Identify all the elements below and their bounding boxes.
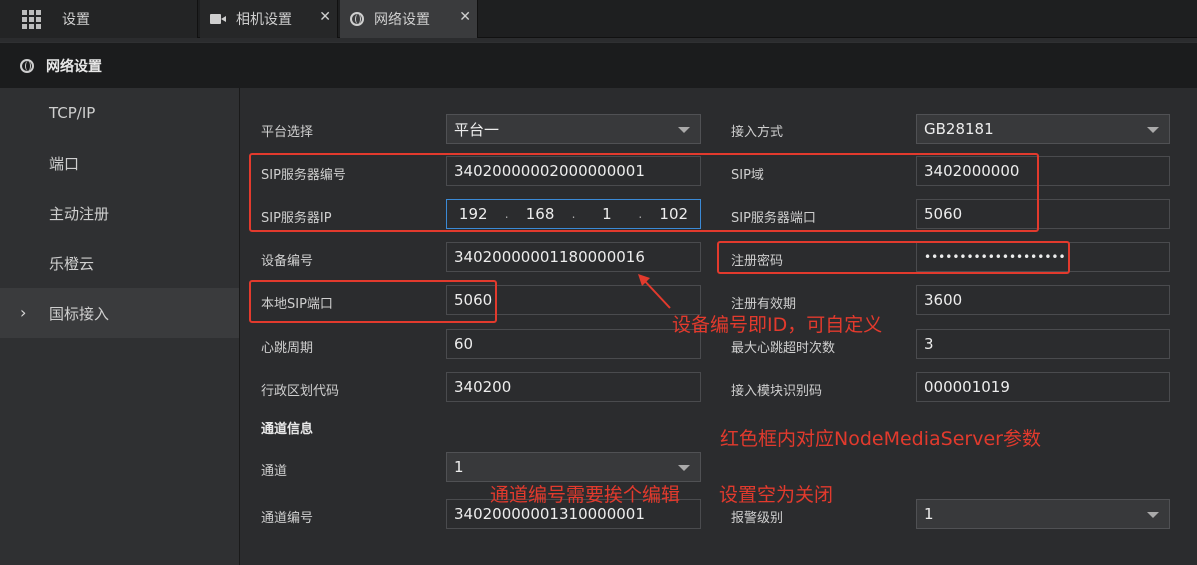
channel-label: 通道 <box>261 464 288 479</box>
sidebar-item-port[interactable]: 端口 <box>0 138 239 188</box>
camera-icon <box>210 14 226 24</box>
sidebar-item-label: 主动注册 <box>49 204 110 223</box>
close-icon[interactable]: ✕ <box>319 9 331 25</box>
device-id-note: 设备编号即ID，可自定义 <box>672 314 883 336</box>
page-header: 网络设置 <box>0 42 1197 88</box>
grid-menu-icon[interactable] <box>22 10 42 29</box>
globe-icon <box>350 12 364 26</box>
tab-network-label: 网络设置 <box>374 12 430 28</box>
sidebar-item-label: 国标接入 <box>49 304 110 323</box>
red-box-note: 红色框内对应NodeMediaServer参数 <box>720 428 1041 450</box>
heartbeat-period-label: 心跳周期 <box>261 341 314 356</box>
globe-icon <box>20 58 34 73</box>
sidebar-item-label: 乐橙云 <box>49 254 95 273</box>
local-port-highlight-box <box>249 280 497 323</box>
sidebar-item-label: TCP/IP <box>49 104 96 122</box>
device-id-label: 设备编号 <box>261 254 314 269</box>
tab-camera-label: 相机设置 <box>236 12 292 28</box>
register-validity-input[interactable]: 3600 <box>916 285 1170 315</box>
channel-section-title: 通道信息 <box>261 422 314 437</box>
channel-select[interactable]: 1 <box>446 452 701 482</box>
access-module-id-input[interactable]: 000001019 <box>916 372 1170 402</box>
region-code-label: 行政区划代码 <box>261 384 340 399</box>
alarm-level-select[interactable]: 1 <box>916 499 1170 529</box>
sidebar-item-gb-access[interactable]: › 国标接入 <box>0 288 239 338</box>
max-heartbeat-timeout-input[interactable]: 3 <box>916 329 1170 359</box>
channel-id-note: 通道编号需要挨个编辑 <box>490 484 681 506</box>
access-module-id-label: 接入模块识别码 <box>731 384 823 399</box>
channel-id-label: 通道编号 <box>261 511 314 526</box>
tab-home[interactable]: 设置 <box>0 0 198 38</box>
access-method-select[interactable]: GB28181 <box>916 114 1170 144</box>
chevron-right-icon: › <box>20 303 27 322</box>
platform-select[interactable]: 平台一 <box>446 114 701 144</box>
empty-disables-note: 设置空为关闭 <box>719 484 834 506</box>
alarm-level-label: 报警级别 <box>731 511 784 526</box>
sidebar-item-active-register[interactable]: 主动注册 <box>0 188 239 238</box>
tab-bar: 设置 相机设置 ✕ 网络设置 ✕ <box>0 0 1197 38</box>
password-highlight-box <box>717 241 1070 274</box>
sip-params-highlight-box <box>249 153 1039 232</box>
page-title: 网络设置 <box>46 58 102 75</box>
tab-home-label: 设置 <box>62 12 90 28</box>
sidebar-item-tcpip[interactable]: TCP/IP <box>0 88 239 138</box>
region-code-input[interactable]: 340200 <box>446 372 701 402</box>
platform-label: 平台选择 <box>261 125 314 140</box>
max-heartbeat-timeout-label: 最大心跳超时次数 <box>731 341 836 356</box>
sidebar-item-lechange-cloud[interactable]: 乐橙云 <box>0 238 239 288</box>
access-method-label: 接入方式 <box>731 125 784 140</box>
sidebar: TCP/IP 端口 主动注册 乐橙云 › 国标接入 <box>0 88 240 565</box>
tab-network-settings[interactable]: 网络设置 ✕ <box>340 0 478 38</box>
close-icon[interactable]: ✕ <box>459 9 471 25</box>
tab-camera-settings[interactable]: 相机设置 ✕ <box>200 0 338 38</box>
sidebar-item-label: 端口 <box>49 154 80 173</box>
heartbeat-period-input[interactable]: 60 <box>446 329 701 359</box>
